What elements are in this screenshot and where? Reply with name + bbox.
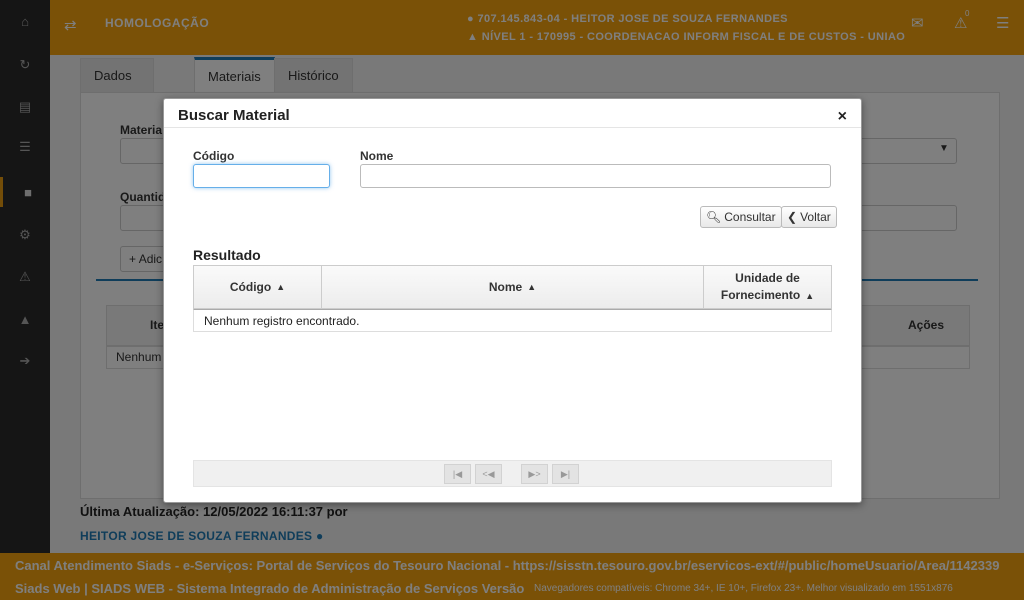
pagination: |◀ <◀ ▶> ▶| [193,460,832,487]
nome-column-header[interactable]: Nome ▲︎ [322,266,704,308]
consultar-label: Consultar [724,210,776,224]
nome-label: Nome [360,149,394,163]
close-icon[interactable]: × [838,108,847,126]
result-table-header: Código ▲︎ Nome ▲︎ Unidade de Fornecimento ▲… [193,265,832,309]
search-icon: 🔍︎ [706,210,722,224]
voltar-label: Voltar [800,210,831,224]
nome-column-label: Nome [488,279,523,294]
unidade-column-label-1: Unidade de [735,270,800,285]
sort-icon: ▲︎ [276,281,286,292]
dialog-header-divider [164,127,861,128]
codigo-column-label: Código [229,279,272,294]
sort-icon: ▲︎ [527,281,537,292]
last-page-button[interactable]: ▶| [552,464,579,484]
nome-input[interactable] [360,164,831,188]
result-title: Resultado [193,247,261,263]
codigo-column-header[interactable]: Código ▲︎ [194,266,322,308]
codigo-input[interactable] [193,164,330,188]
buscar-material-dialog: Buscar Material × Código Nome 🔍︎ Consulta… [163,98,862,503]
dialog-title: Buscar Material [178,107,290,124]
first-page-button[interactable]: |◀ [444,464,471,484]
unidade-column-header[interactable]: Unidade de Fornecimento ▲︎ [704,266,831,308]
unidade-column-label-2: Fornecimento [720,287,801,302]
empty-result-row: Nenhum registro encontrado. [193,309,832,332]
consultar-button[interactable]: 🔍︎ Consultar [700,206,782,228]
sort-icon: ▲︎ [805,290,815,301]
voltar-button[interactable]: ❮ Voltar [781,206,837,228]
previous-page-button[interactable]: <◀ [475,464,502,484]
codigo-label: Código [193,149,235,163]
next-page-button[interactable]: ▶> [521,464,548,484]
chevron-left-icon: ❮ [787,210,798,224]
